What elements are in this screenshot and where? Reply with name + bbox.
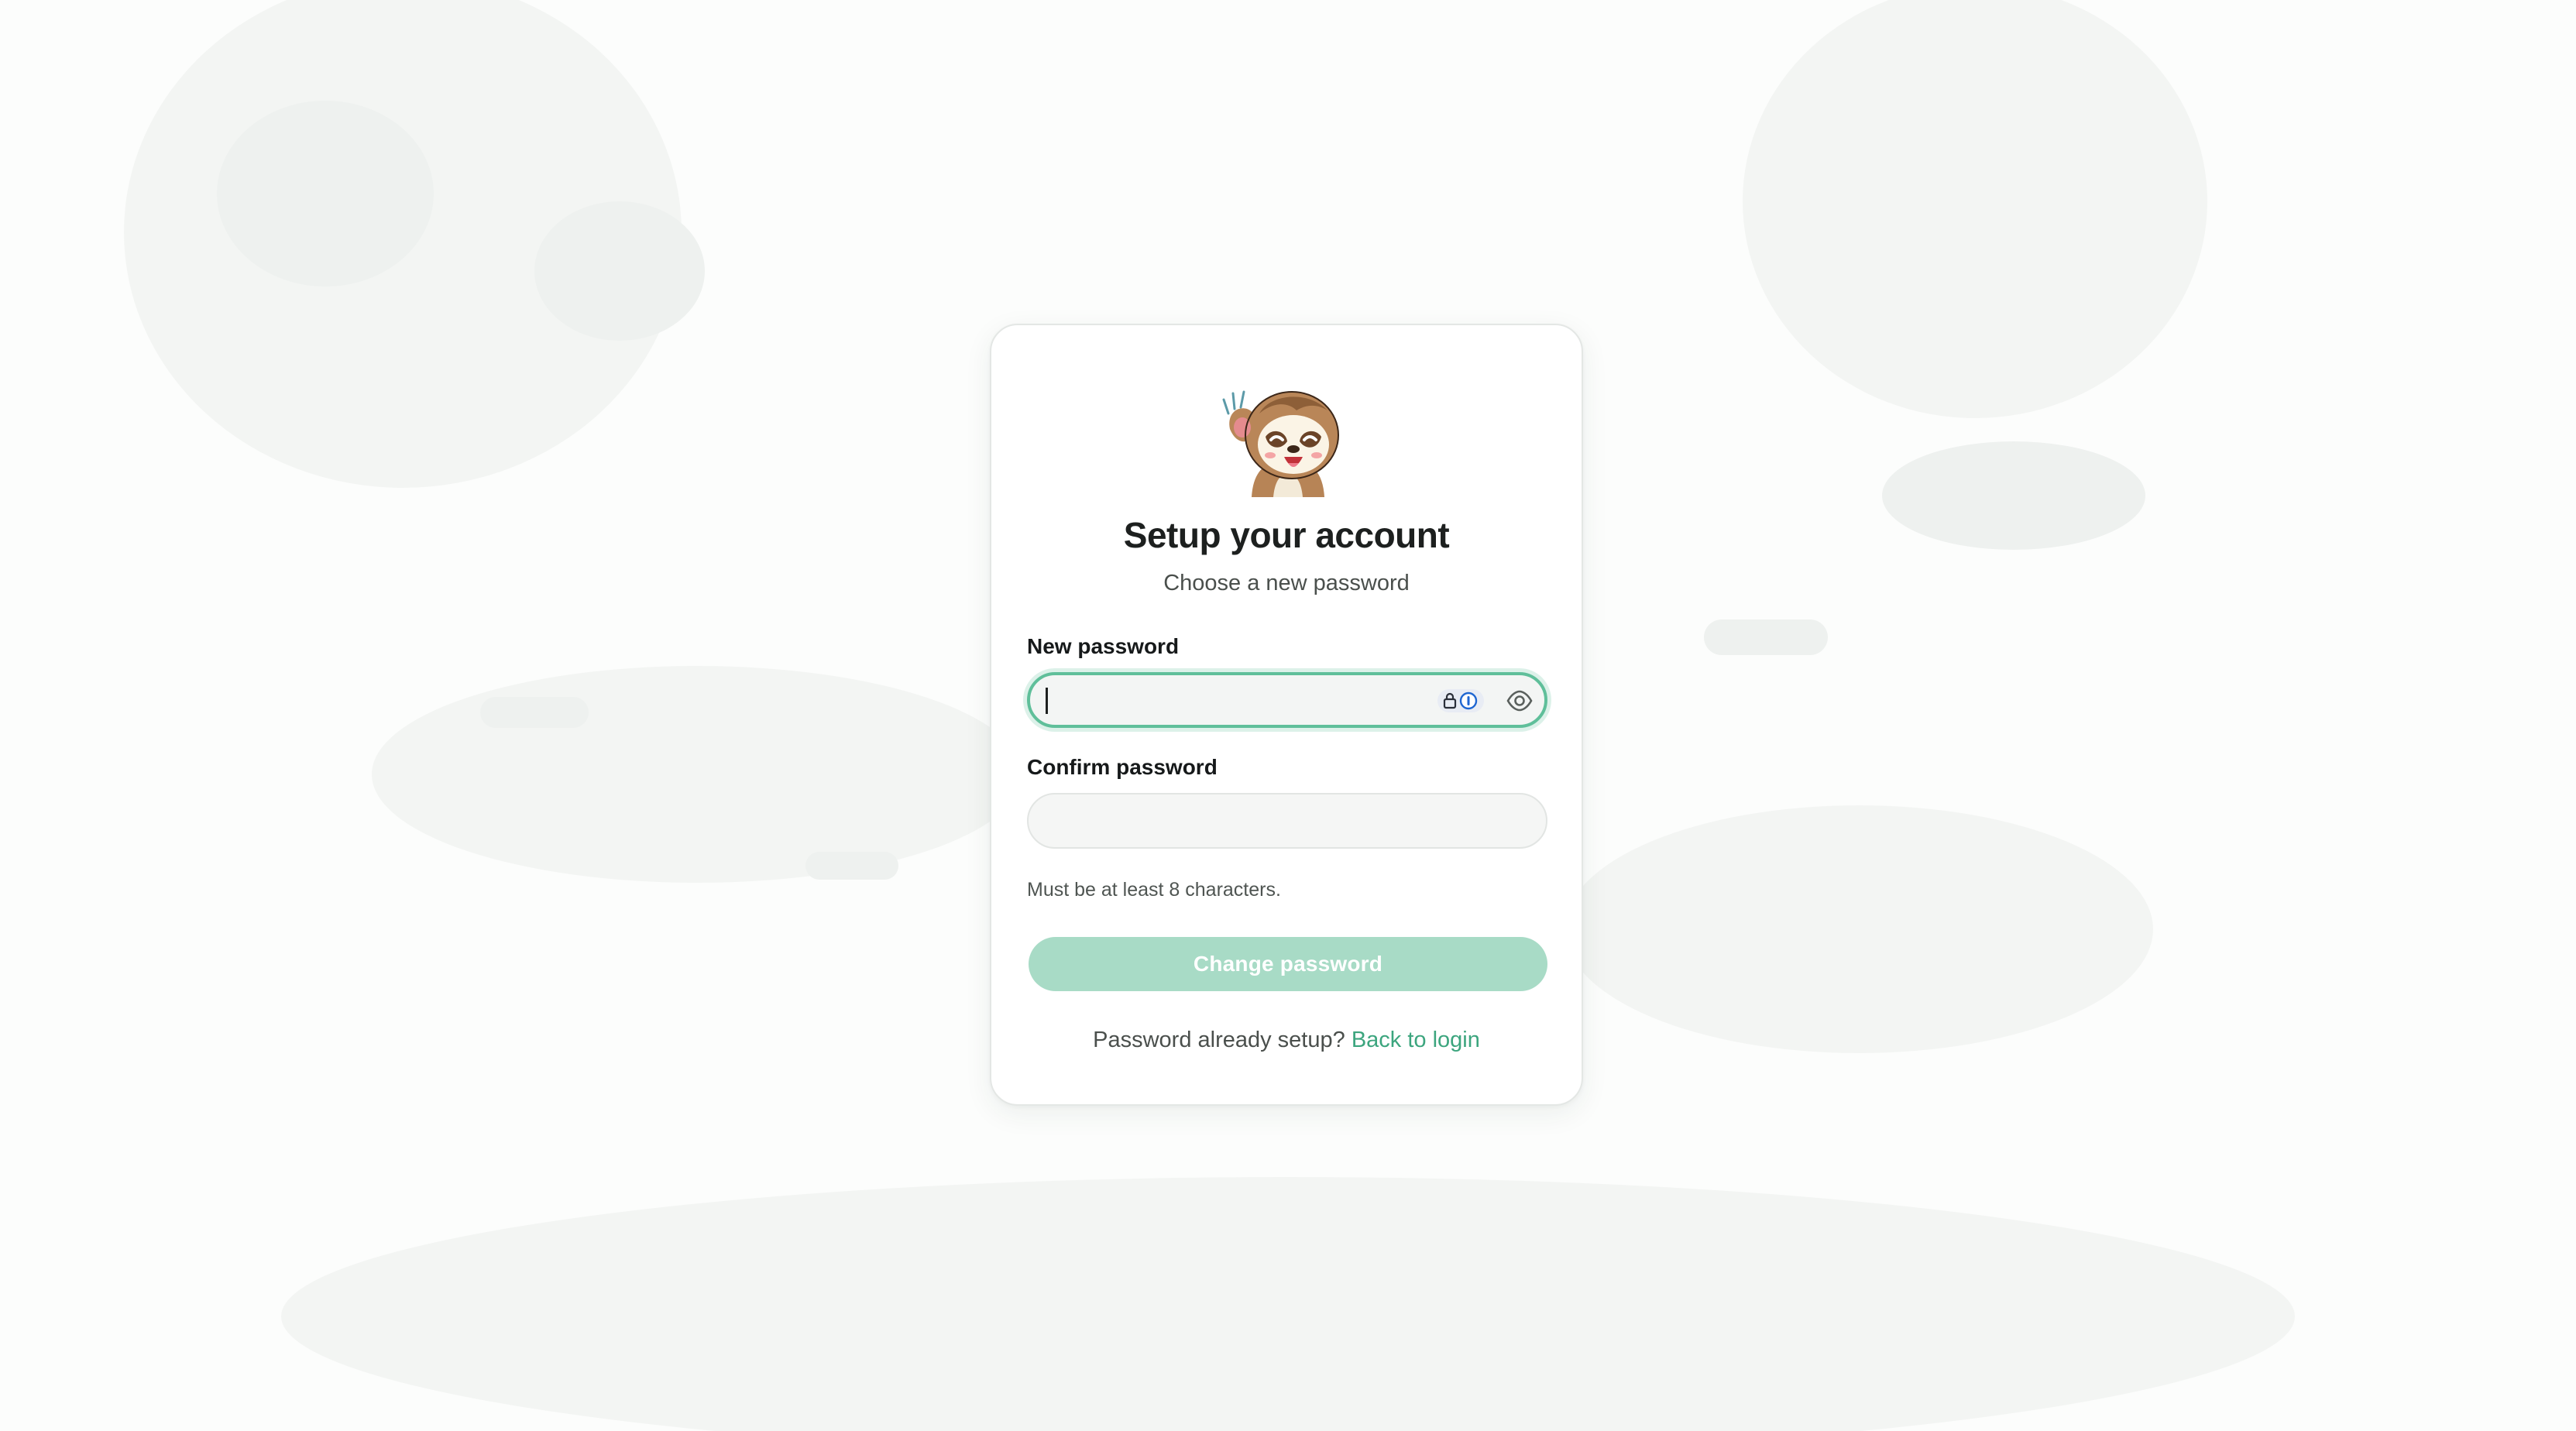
footer-login-prompt: Password already setup? Back to login xyxy=(991,1027,1582,1054)
page-title: Setup your account xyxy=(1123,515,1450,555)
text-cursor xyxy=(1046,688,1048,714)
confirm-password-field-wrapper xyxy=(1027,793,1547,849)
password-manager-icon[interactable] xyxy=(1437,689,1484,712)
show-password-eye-icon[interactable] xyxy=(1506,688,1534,713)
confirm-password-input[interactable] xyxy=(1029,794,1546,847)
sloth-mascot-icon xyxy=(1222,390,1339,497)
footer-prompt-text: Password already setup? xyxy=(1093,1028,1345,1052)
change-password-button[interactable]: Change password xyxy=(1029,937,1547,991)
page-subtitle: Choose a new password xyxy=(1163,571,1410,595)
password-requirement-hint: Must be at least 8 characters. xyxy=(1027,879,1281,901)
new-password-field-wrapper xyxy=(1027,672,1547,728)
back-to-login-link[interactable]: Back to login xyxy=(1352,1028,1480,1052)
new-password-label: New password xyxy=(1027,634,1180,658)
setup-account-card: Setup your account Choose a new password… xyxy=(990,324,1583,1106)
confirm-password-label: Confirm password xyxy=(1027,755,1218,779)
